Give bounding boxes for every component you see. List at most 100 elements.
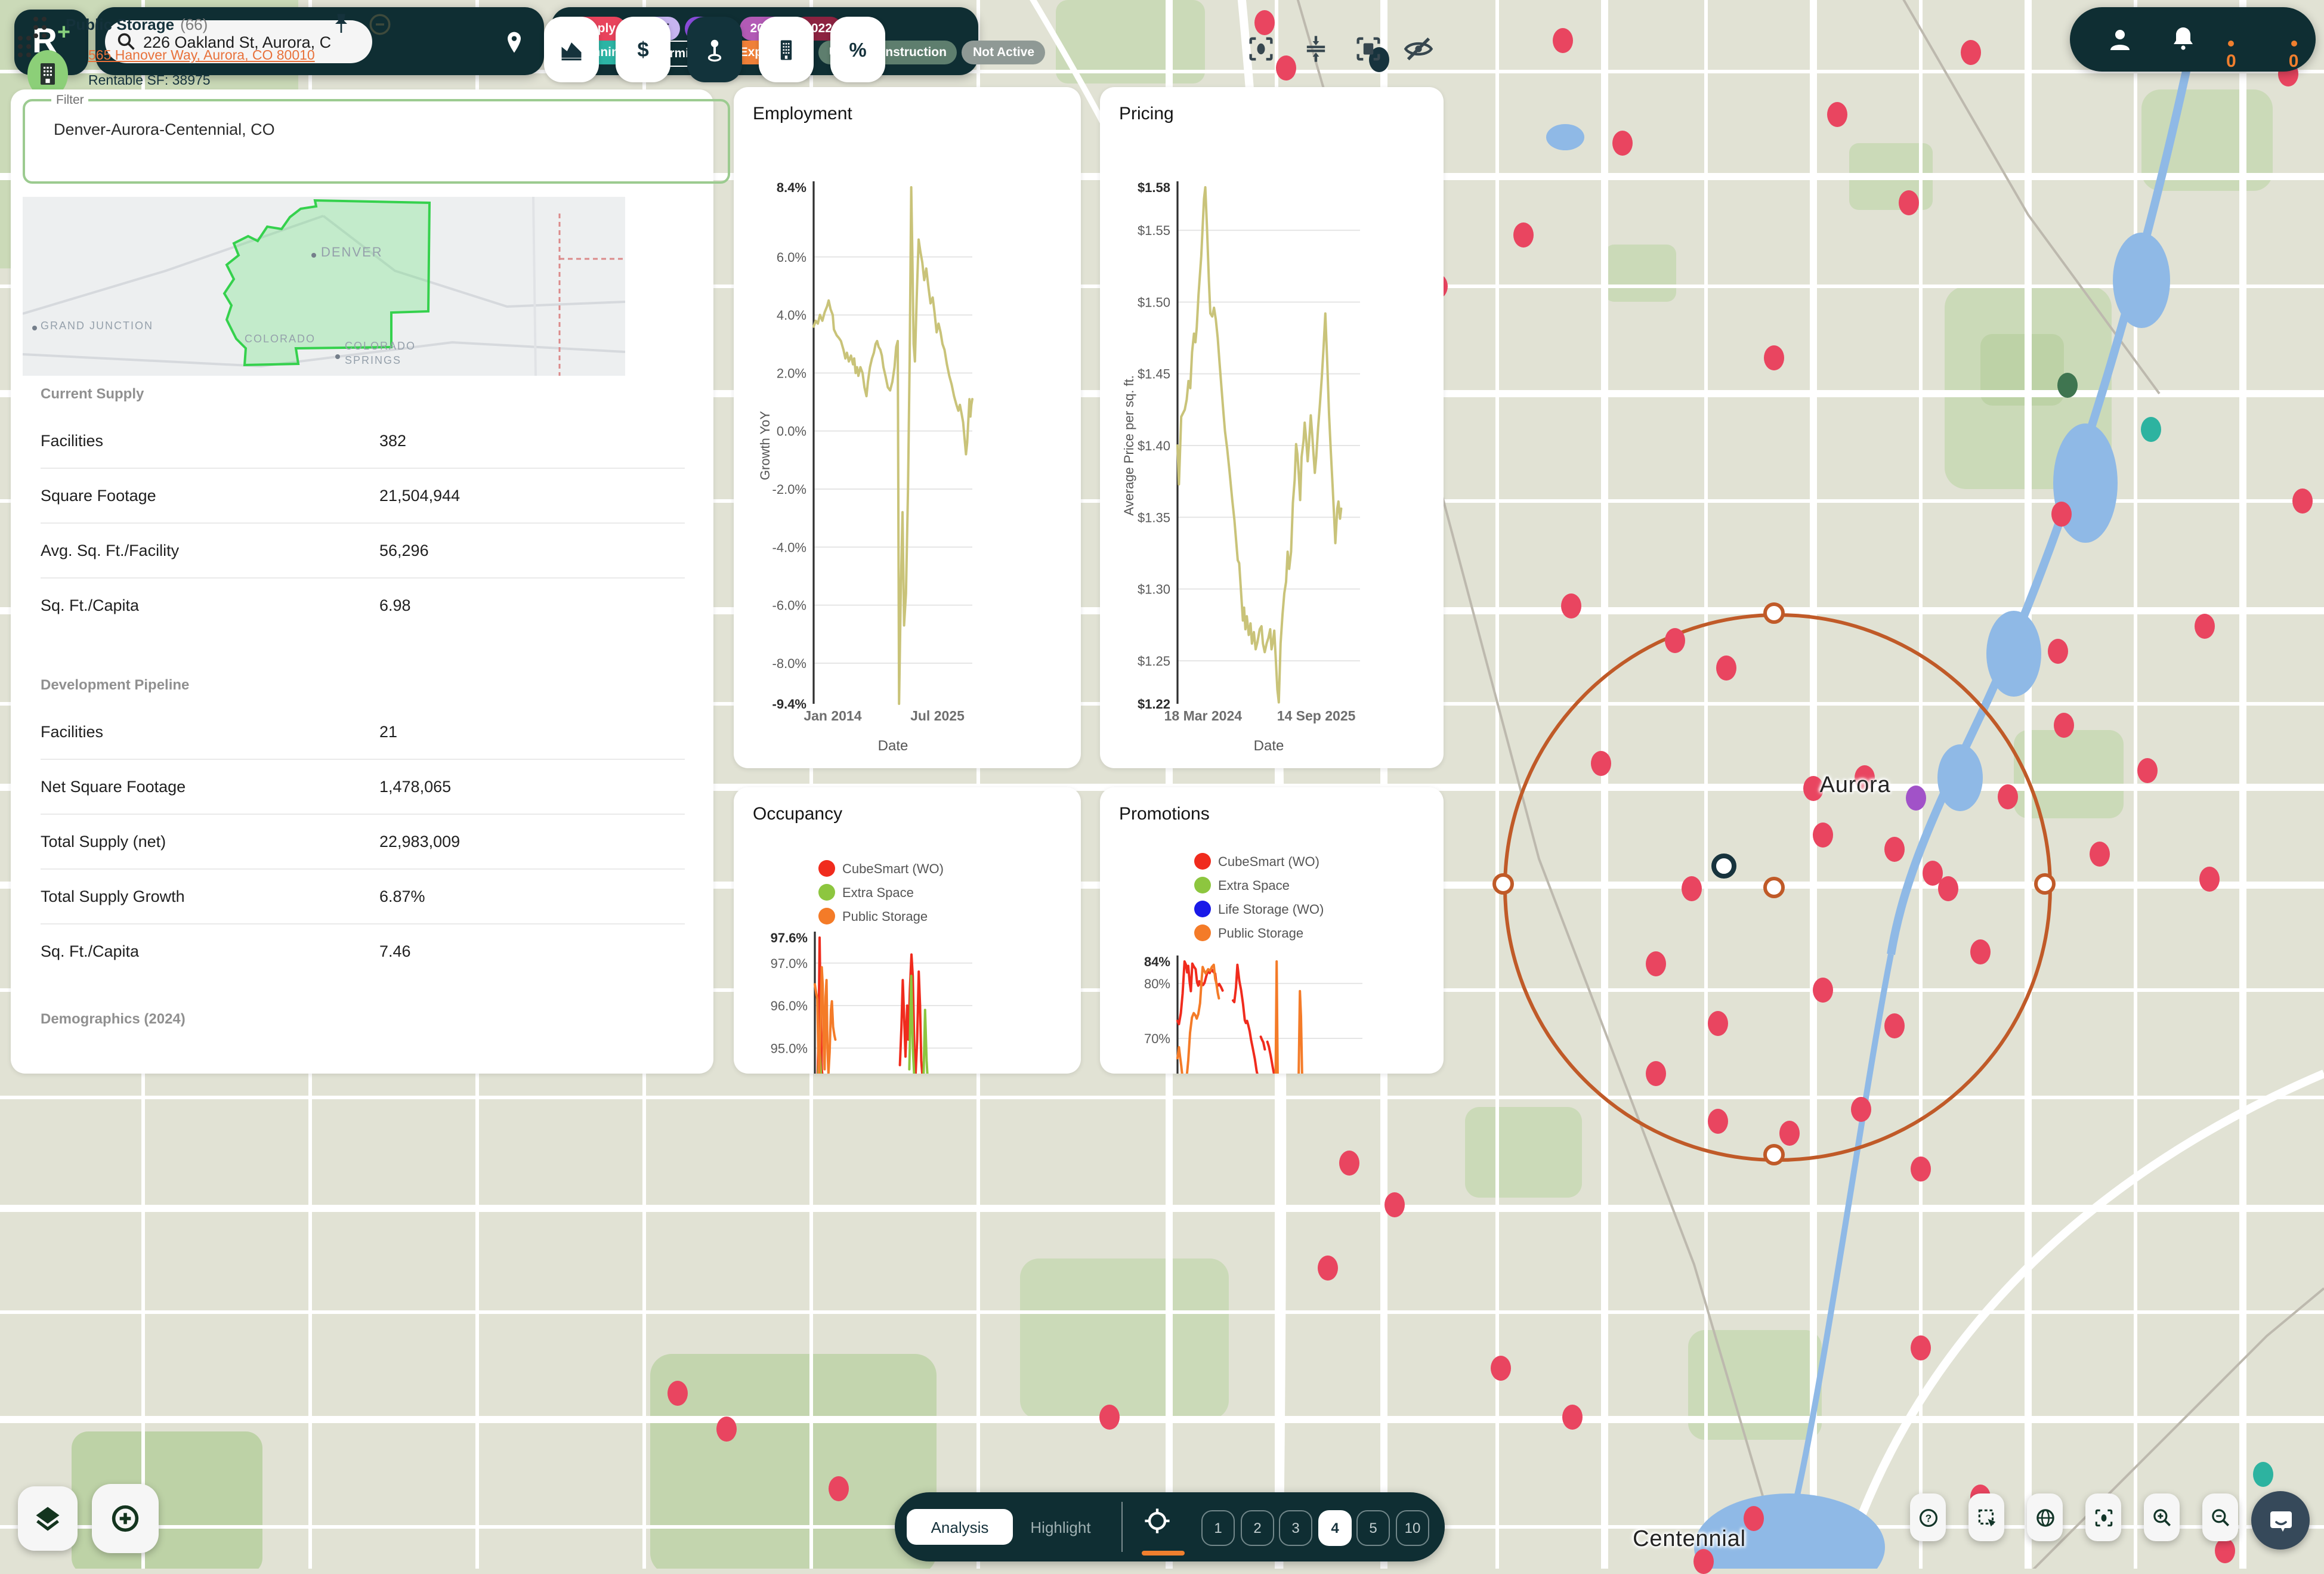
tab-facilities-button[interactable] — [759, 17, 814, 82]
radius-button-4[interactable]: 4 — [1318, 1510, 1352, 1546]
facility-marker[interactable] — [1884, 837, 1905, 862]
location-pin-icon[interactable] — [501, 30, 527, 56]
facility-marker[interactable] — [1998, 784, 2018, 809]
tab-percent-button[interactable]: % — [830, 17, 885, 82]
facility-marker[interactable] — [2199, 867, 2220, 892]
radius-circle-handle[interactable] — [1763, 1144, 1785, 1165]
tab-pricing-button[interactable]: $ — [616, 17, 670, 82]
occupancy-chart[interactable]: 97.6%97.0%96.0%95.0%CubeSmart (WO)Extra … — [734, 787, 1081, 1074]
focus-selection-button[interactable] — [2085, 1493, 2121, 1541]
help-button[interactable]: ? — [1910, 1493, 1946, 1541]
panel-drag-handle-icon[interactable] — [18, 36, 23, 41]
drag-handle-icon[interactable] — [33, 17, 38, 21]
facility-marker[interactable] — [1923, 861, 1943, 886]
user-icon[interactable] — [2106, 25, 2134, 54]
radius-button-2[interactable]: 2 — [1241, 1510, 1274, 1546]
facility-marker[interactable] — [829, 1476, 849, 1501]
facility-marker[interactable] — [1561, 593, 1581, 619]
facility-marker[interactable] — [2215, 1538, 2235, 1563]
facility-marker[interactable] — [1827, 102, 1847, 127]
facility-marker[interactable] — [1899, 190, 1919, 215]
collapse-minus-icon[interactable] — [367, 12, 393, 37]
facility-marker[interactable] — [2057, 373, 2078, 398]
promotions-chart[interactable]: 84%80%70%CubeSmart (WO)Extra SpaceLife S… — [1100, 787, 1444, 1074]
radius-button-10[interactable]: 10 — [1396, 1510, 1429, 1546]
facility-marker[interactable] — [1970, 939, 1991, 964]
filter-pill-not-active[interactable]: Not Active — [962, 41, 1045, 64]
facility-marker[interactable] — [1384, 1192, 1405, 1217]
facility-marker[interactable] — [1884, 1013, 1905, 1038]
tab-analysis[interactable]: Analysis — [907, 1509, 1013, 1545]
vertical-compress-icon[interactable] — [1300, 33, 1331, 64]
radius-button-3[interactable]: 3 — [1279, 1510, 1312, 1546]
employment-chart[interactable]: 8.4%6.0%4.0%2.0%0.0%-2.0%-4.0%-6.0%-8.0%… — [734, 87, 1081, 768]
facility-marker[interactable] — [1764, 345, 1784, 370]
notifications-bell-icon[interactable] — [2169, 24, 2198, 52]
zoom-in-button[interactable] — [2144, 1493, 2180, 1541]
radius-circle-handle[interactable] — [1492, 873, 1514, 895]
facility-address-link[interactable]: 565 Hanover Way, Aurora, CO 80010 — [88, 49, 315, 63]
facility-marker[interactable] — [667, 1381, 688, 1406]
counter-badge-1[interactable]: 0 — [2226, 51, 2236, 71]
radius-circle-handle[interactable] — [1763, 602, 1785, 624]
facility-marker[interactable] — [1612, 131, 1633, 156]
facility-marker[interactable] — [2141, 417, 2161, 442]
facility-marker[interactable] — [2195, 614, 2215, 639]
facility-marker[interactable] — [1813, 822, 1833, 848]
facility-marker[interactable] — [1491, 1356, 1511, 1381]
facility-marker[interactable] — [1906, 786, 1926, 811]
facility-marker[interactable] — [1276, 55, 1296, 81]
facility-marker[interactable] — [1851, 1097, 1871, 1122]
facility-marker[interactable] — [1813, 978, 1833, 1003]
facility-marker[interactable] — [2090, 842, 2110, 867]
radius-circle-handle[interactable] — [2034, 873, 2056, 895]
radius-button-1[interactable]: 1 — [1201, 1510, 1235, 1546]
radius-button-5[interactable]: 5 — [1356, 1510, 1390, 1546]
facility-marker[interactable] — [1513, 222, 1534, 248]
facility-marker[interactable] — [1646, 1061, 1666, 1086]
chat-button[interactable] — [2251, 1491, 2310, 1550]
facility-marker[interactable] — [1961, 40, 1981, 65]
globe-button[interactable] — [2027, 1493, 2063, 1541]
tab-charts-button[interactable] — [544, 17, 599, 82]
facility-marker[interactable] — [1708, 1011, 1728, 1036]
facility-marker[interactable] — [1744, 1506, 1764, 1531]
facility-marker[interactable] — [1099, 1405, 1120, 1430]
radius-tool-button[interactable] — [1142, 1505, 1185, 1536]
facility-marker[interactable] — [2253, 1462, 2273, 1487]
facility-marker[interactable] — [1665, 628, 1685, 653]
tab-supply-button[interactable] — [687, 17, 742, 82]
zoom-out-button[interactable] — [2202, 1493, 2238, 1541]
facility-marker[interactable] — [1779, 1121, 1800, 1146]
facility-marker[interactable] — [1716, 655, 1736, 681]
expand-frame-icon[interactable] — [1353, 33, 1384, 64]
facility-marker[interactable] — [1591, 751, 1611, 776]
facility-marker[interactable] — [1682, 876, 1702, 901]
facility-marker[interactable] — [2137, 758, 2158, 783]
state-minimap[interactable]: DENVER GRAND JUNCTION COLORADO COLORADO … — [23, 197, 625, 376]
pin-icon[interactable] — [329, 12, 353, 36]
facility-marker[interactable] — [1646, 951, 1666, 976]
facility-marker[interactable] — [1553, 28, 1573, 53]
facility-marker[interactable] — [2292, 488, 2313, 514]
facility-marker[interactable] — [2054, 713, 2074, 738]
facility-marker[interactable] — [1318, 1256, 1338, 1281]
layers-button[interactable] — [18, 1486, 78, 1551]
facility-marker[interactable] — [1911, 1335, 1931, 1360]
add-button[interactable] — [92, 1484, 159, 1553]
facility-marker[interactable] — [1911, 1156, 1931, 1182]
facility-marker[interactable] — [2048, 639, 2068, 664]
radius-circle-handle[interactable] — [1763, 877, 1785, 898]
pricing-chart[interactable]: $1.58$1.55$1.50$1.45$1.40$1.35$1.30$1.25… — [1100, 87, 1444, 768]
facility-marker[interactable] — [716, 1417, 737, 1442]
facility-marker[interactable] — [1254, 10, 1275, 35]
market-filter-field[interactable]: Filter Denver-Aurora-Centennial, CO — [23, 93, 730, 183]
counter-badge-2[interactable]: 0 — [2289, 51, 2299, 71]
facility-marker[interactable] — [1708, 1109, 1728, 1134]
center-focus-icon[interactable] — [1246, 33, 1277, 64]
facility-marker[interactable] — [1562, 1405, 1583, 1430]
area-select-button[interactable] — [1968, 1493, 2004, 1541]
hide-panel-eye-off-icon[interactable] — [1403, 33, 1434, 64]
facility-marker[interactable] — [1339, 1151, 1359, 1176]
facility-marker[interactable] — [2051, 502, 2072, 527]
